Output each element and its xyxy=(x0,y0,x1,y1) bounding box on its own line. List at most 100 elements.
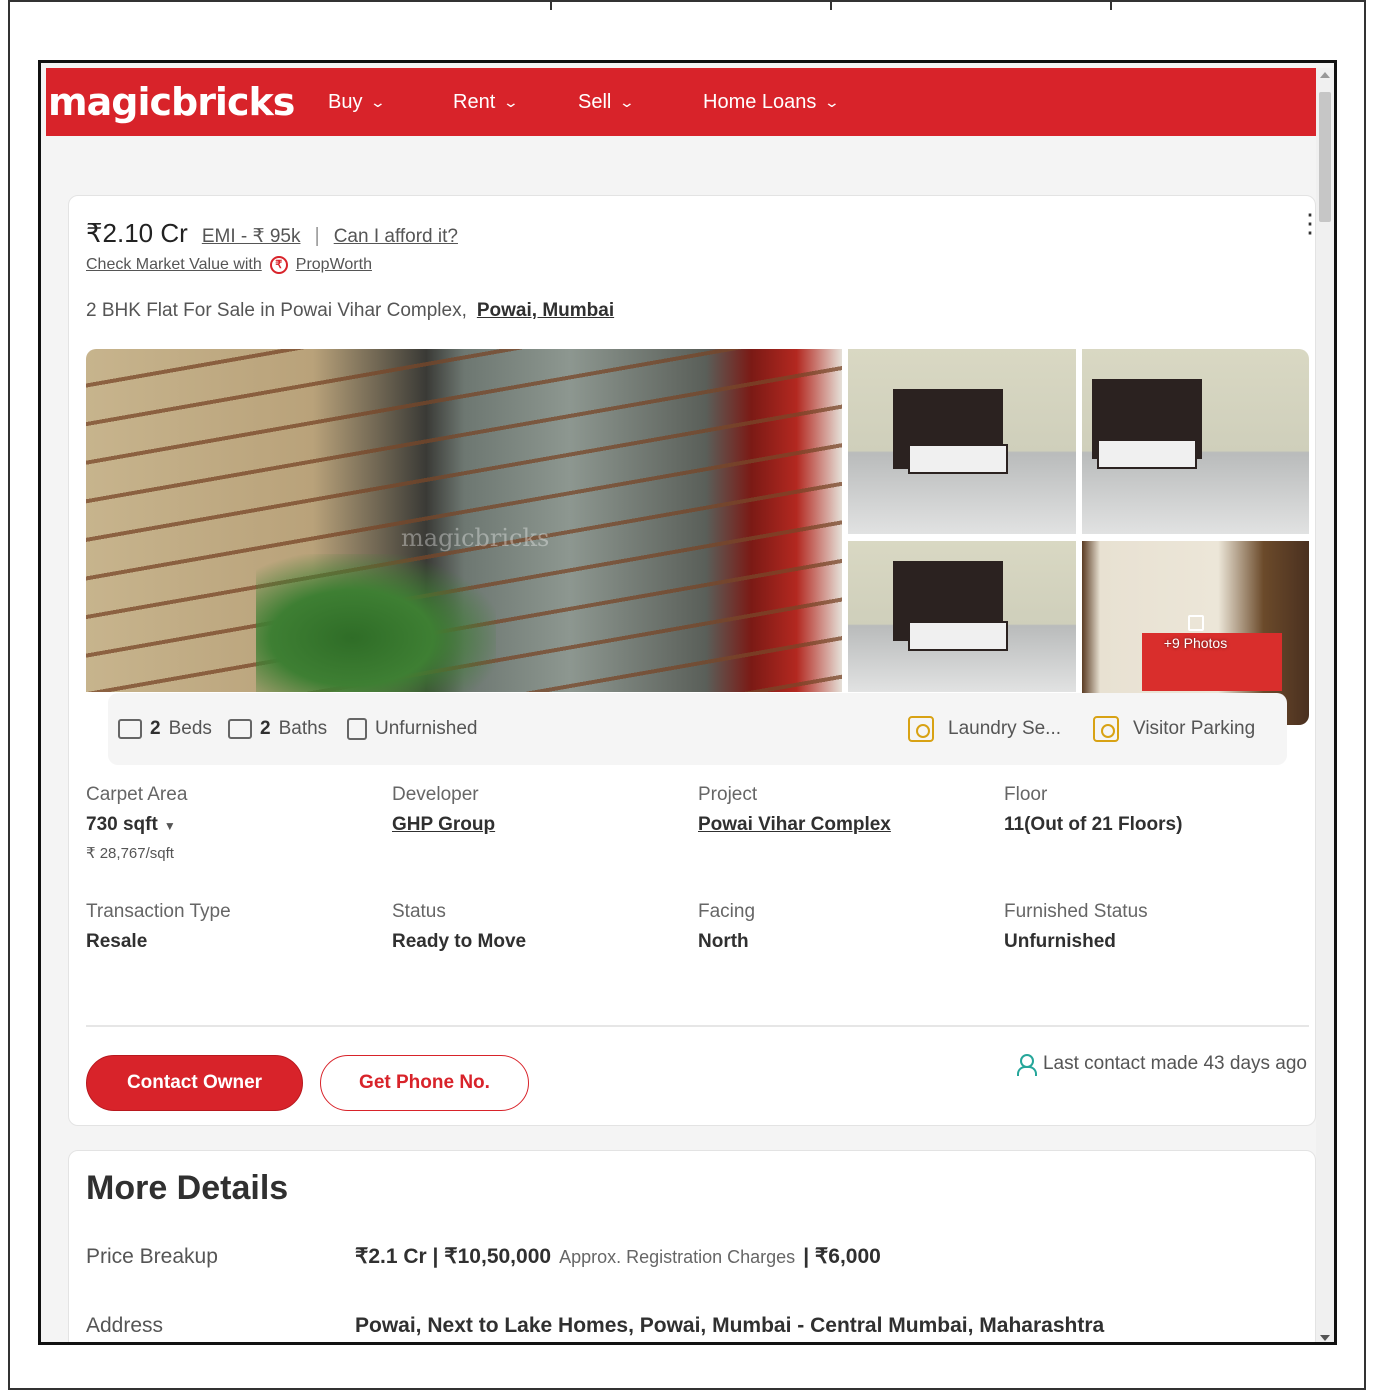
developer-label: Developer xyxy=(392,784,479,805)
vertical-scrollbar[interactable] xyxy=(1316,68,1334,1342)
nav-sell[interactable]: Sell ⌄ xyxy=(578,90,636,114)
amenity-laundry-label: Laundry Se... xyxy=(948,718,1062,739)
carpet-area-label: Carpet Area xyxy=(86,784,188,805)
summary-furnished: Furnished Status Unfurnished xyxy=(1004,901,1148,953)
caret-down-icon: ▼ xyxy=(163,819,176,833)
address-label: Address xyxy=(86,1314,164,1337)
chevron-down-icon: ⌄ xyxy=(502,93,520,110)
photo-detail xyxy=(908,444,1008,474)
developer-link[interactable]: GHP Group xyxy=(392,814,495,836)
property-card: ₹2.10 Cr EMI - ₹ 95k | Can I afford it? … xyxy=(68,195,1323,1126)
magicbricks-logo[interactable]: magicbricks xyxy=(48,80,295,124)
scroll-down-arrow-icon[interactable] xyxy=(1320,1335,1330,1341)
scroll-thumb[interactable] xyxy=(1319,92,1331,222)
price: ₹2.10 Cr xyxy=(86,218,188,248)
scroll-up-arrow-icon[interactable] xyxy=(1320,72,1330,78)
bed-icon xyxy=(118,719,142,739)
propworth-icon: ₹ xyxy=(269,256,288,274)
beds-feature: 2 Beds xyxy=(118,693,212,765)
page-border-tick xyxy=(550,0,552,10)
baths-label: Baths xyxy=(278,718,328,739)
chevron-down-icon: ⌄ xyxy=(619,93,636,110)
page-border-tick xyxy=(830,0,832,10)
last-contact-text: Last contact made 43 days ago xyxy=(1042,1053,1307,1074)
amenity-parking: Visitor Parking xyxy=(1093,693,1255,765)
transaction-label: Transaction Type xyxy=(86,901,231,922)
summary-carpet-area: Carpet Area 730 sqft ▼ ₹ 28,767/sqft xyxy=(86,784,187,862)
summary-developer: Developer GHP Group xyxy=(392,784,495,836)
status-label: Status xyxy=(392,901,446,922)
transaction-value: Resale xyxy=(86,931,148,952)
project-link[interactable]: Powai Vihar Complex xyxy=(698,814,891,836)
parking-icon xyxy=(1093,716,1119,742)
market-value-text: Check Market Value with xyxy=(86,256,262,273)
carpet-area-value-row[interactable]: 730 sqft ▼ xyxy=(86,814,187,836)
photo-gallery: magicbricks +9 Photos xyxy=(86,349,1309,725)
registration-value: | ₹6,000 xyxy=(803,1245,881,1268)
more-photos-label: +9 Photos xyxy=(1163,635,1228,651)
summary-transaction: Transaction Type Resale xyxy=(86,901,231,953)
more-details-title: More Details xyxy=(86,1169,289,1207)
last-contact-info: Last contact made 43 days ago xyxy=(1016,1053,1307,1076)
carpet-area-value: 730 sqft xyxy=(86,814,158,835)
baths-feature: 2 Baths xyxy=(228,693,327,765)
price-per-sqft: ₹ 28,767/sqft xyxy=(86,845,174,862)
furnished-label: Furnished Status xyxy=(1004,901,1148,922)
furnishing-label: Unfurnished xyxy=(375,718,478,739)
more-options-icon[interactable]: ⋮ xyxy=(1297,210,1323,236)
divider xyxy=(86,1025,1309,1027)
baths-count: 2 xyxy=(260,718,271,739)
furnishing-icon xyxy=(347,718,367,740)
listing-title-text: 2 BHK Flat For Sale in Powai Vihar Compl… xyxy=(86,300,467,321)
browser-window: magicbricks Buy ⌄ Rent ⌄ Sell ⌄ Home Loa… xyxy=(38,60,1337,1345)
nav-home-loans-label: Home Loans xyxy=(703,90,817,113)
laundry-icon xyxy=(908,716,934,742)
bath-icon xyxy=(228,719,252,739)
furnished-value: Unfurnished xyxy=(1004,931,1116,952)
chevron-down-icon: ⌄ xyxy=(370,93,387,110)
afford-link[interactable]: Can I afford it? xyxy=(334,226,458,248)
furnishing-feature: Unfurnished xyxy=(347,693,477,765)
contact-owner-button[interactable]: Contact Owner xyxy=(86,1055,303,1111)
main-photo[interactable]: magicbricks xyxy=(86,349,842,692)
nav-buy[interactable]: Buy ⌄ xyxy=(328,90,387,114)
photo-detail xyxy=(908,621,1008,651)
get-phone-button[interactable]: Get Phone No. xyxy=(320,1055,529,1111)
emi-link[interactable]: EMI - ₹ 95k xyxy=(202,225,301,248)
listing-title: 2 BHK Flat For Sale in Powai Vihar Compl… xyxy=(86,300,614,322)
nav-rent[interactable]: Rent ⌄ xyxy=(453,90,520,114)
summary-facing: Facing North xyxy=(698,901,755,953)
amenity-parking-label: Visitor Parking xyxy=(1133,718,1256,739)
photo-thumbnail[interactable] xyxy=(1082,349,1309,534)
person-icon xyxy=(1016,1054,1037,1076)
nav-sell-label: Sell xyxy=(578,90,612,113)
summary-floor: Floor 11(Out of 21 Floors) xyxy=(1004,784,1182,836)
propworth-label: PropWorth xyxy=(295,256,372,273)
chevron-down-icon: ⌄ xyxy=(824,93,841,110)
project-label: Project xyxy=(698,784,758,805)
summary-status: Status Ready to Move xyxy=(392,901,526,953)
photo-detail xyxy=(1097,439,1197,469)
beds-count: 2 xyxy=(150,718,161,739)
photo-watermark: magicbricks xyxy=(401,524,550,552)
price-row: ₹2.10 Cr EMI - ₹ 95k | Can I afford it? xyxy=(86,218,458,249)
beds-label: Beds xyxy=(168,718,212,739)
more-details-card: More Details Price Breakup ₹2.1 Cr | ₹10… xyxy=(68,1150,1316,1342)
nav-rent-label: Rent xyxy=(453,90,496,113)
status-value: Ready to Move xyxy=(392,931,527,952)
photo-thumbnail[interactable] xyxy=(848,349,1076,534)
nav-home-loans[interactable]: Home Loans ⌄ xyxy=(703,90,841,114)
photo-thumbnail[interactable] xyxy=(848,541,1076,692)
price-breakup-row: Price Breakup ₹2.1 Cr | ₹10,50,000 Appro… xyxy=(86,1244,881,1269)
separator: | xyxy=(314,225,320,247)
address-value: Powai, Next to Lake Homes, Powai, Mumbai… xyxy=(355,1314,1105,1337)
price-breakup-value: ₹2.1 Cr | ₹10,50,000 xyxy=(355,1245,552,1268)
price-breakup-label: Price Breakup xyxy=(86,1245,218,1268)
nav-buy-label: Buy xyxy=(328,90,363,113)
floor-value: 11(Out of 21 Floors) xyxy=(1004,814,1183,835)
photo-foliage xyxy=(256,554,496,692)
location-link[interactable]: Powai, Mumbai xyxy=(477,300,614,322)
market-value-link[interactable]: Check Market Value with ₹ PropWorth xyxy=(86,256,372,274)
registration-label: Approx. Registration Charges xyxy=(559,1247,796,1267)
facing-label: Facing xyxy=(698,901,756,922)
